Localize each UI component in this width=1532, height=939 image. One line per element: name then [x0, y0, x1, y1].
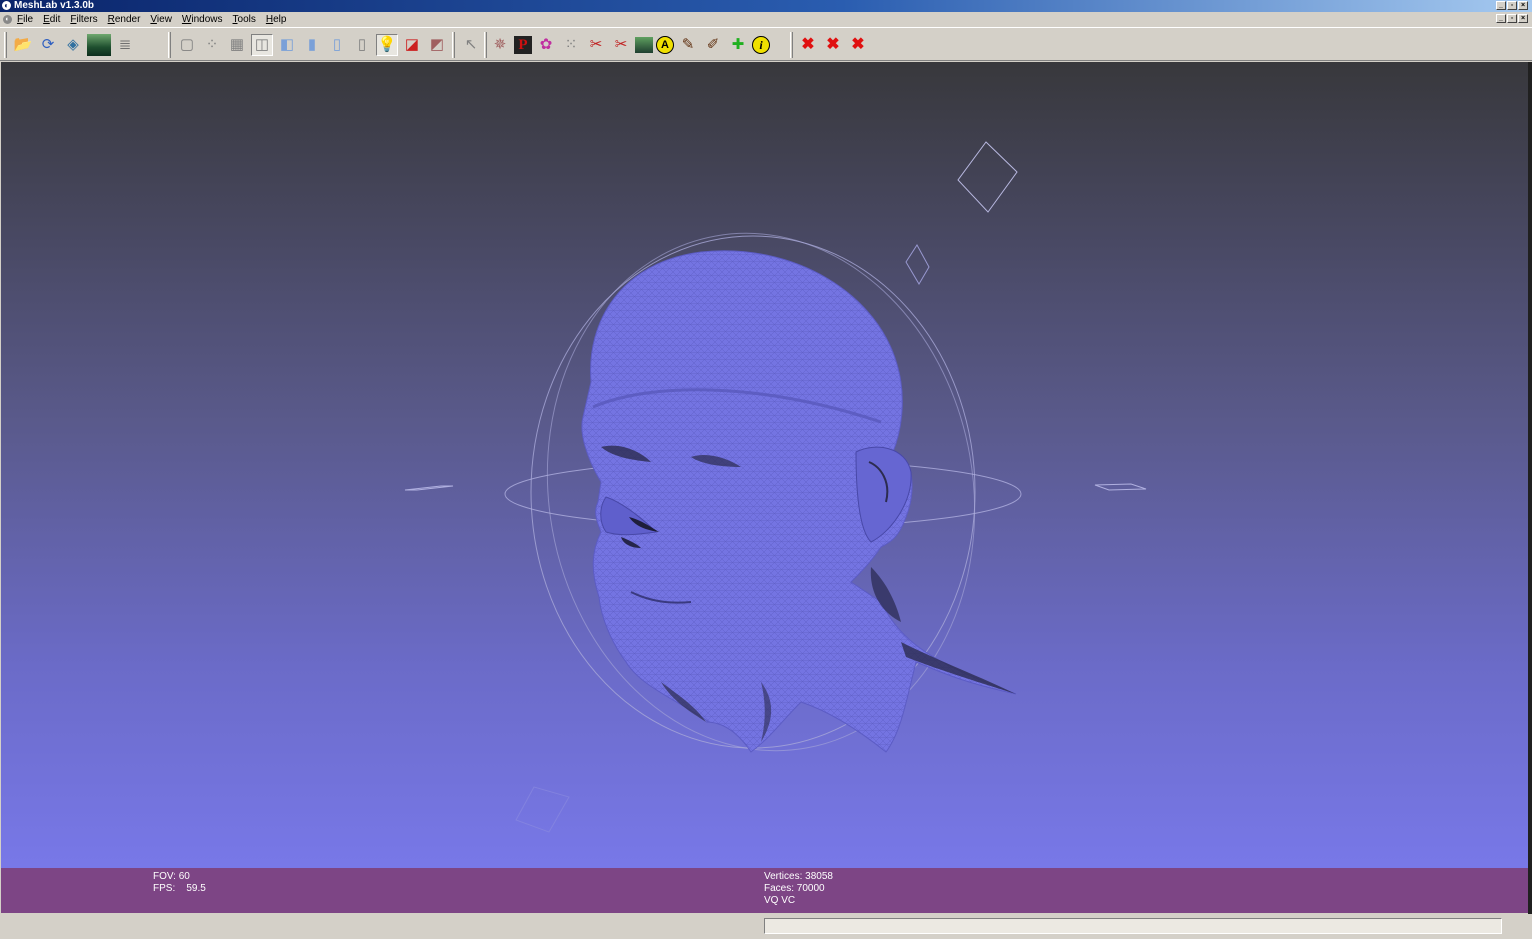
toolbar-grip[interactable]: [790, 32, 793, 58]
faces-text: Faces: 70000: [764, 883, 825, 894]
title-bar: ◐ MeshLab v1.3.0b _ ▫ ×: [0, 0, 1532, 12]
manipulator-icon[interactable]: ✵: [489, 34, 511, 56]
align-icon[interactable]: ✎: [677, 34, 699, 56]
save-icon[interactable]: ◈: [62, 34, 84, 56]
flat-lines-icon[interactable]: ◧: [276, 34, 298, 56]
file-toolbar: 📂 ⟳ ◈ ≣: [12, 32, 139, 58]
select-faces-icon[interactable]: ✂: [585, 34, 607, 56]
document-close-button[interactable]: ×: [1518, 14, 1528, 23]
toolbar: 📂 ⟳ ◈ ≣ ▢ ⁘ ▦ ◫ ◧ ▮ ▯ ▯ 💡 ◪ ◩ ↖ ✵ P ✿ ⁙ …: [0, 27, 1532, 61]
menu-windows[interactable]: Windows: [182, 12, 223, 27]
info-icon[interactable]: i: [752, 36, 770, 54]
menu-help[interactable]: Help: [266, 12, 287, 27]
status-message-field: [764, 918, 1502, 934]
meshlab-icon: ◐: [2, 1, 11, 10]
select-vertices-icon[interactable]: ⁙: [560, 34, 582, 56]
select-connected-icon[interactable]: ✂: [610, 34, 632, 56]
snapshot-icon[interactable]: [87, 34, 111, 56]
menu-view[interactable]: View: [150, 12, 172, 27]
window-restore-button[interactable]: ▫: [1507, 1, 1517, 10]
menu-render[interactable]: Render: [108, 12, 141, 27]
light-gizmo-left: [404, 485, 454, 491]
mesh-info: Vertices: 38058 Faces: 70000 VQ VC: [764, 871, 833, 907]
delete-toolbar: ✖ ✖ ✖: [797, 32, 872, 58]
pick-toolbar: ↖: [460, 32, 485, 58]
document-icon[interactable]: ◐: [3, 15, 12, 24]
scene-svg: [404, 141, 1147, 833]
fov-text: FOV: 60: [153, 871, 190, 882]
delete-faces-icon[interactable]: ✖: [797, 34, 819, 56]
flat-icon[interactable]: ▮: [301, 34, 323, 56]
smooth-icon[interactable]: ▯: [326, 34, 348, 56]
backface-culling-icon[interactable]: ◩: [426, 34, 448, 56]
light-gizmo-right: [1094, 483, 1147, 491]
delete-all-icon[interactable]: ✖: [847, 34, 869, 56]
menu-file[interactable]: File: [17, 12, 33, 27]
head-mesh: [581, 250, 1017, 753]
status-bar: [0, 914, 1532, 939]
window-title: MeshLab v1.3.0b: [14, 0, 95, 11]
toolbar-grip[interactable]: [168, 32, 171, 58]
toolbar-grip[interactable]: [4, 32, 7, 58]
fps-text: FPS: 59.5: [153, 883, 206, 894]
layers-icon[interactable]: ≣: [114, 34, 136, 56]
bounding-box-icon[interactable]: ▢: [176, 34, 198, 56]
menu-filters[interactable]: Filters: [70, 12, 97, 27]
camera-info: FOV: 60 FPS: 59.5: [153, 871, 206, 895]
paint-p-icon[interactable]: P: [514, 36, 532, 54]
window-minimize-button[interactable]: _: [1496, 1, 1506, 10]
vertices-text: Vertices: 38058: [764, 871, 833, 882]
open-folder-icon[interactable]: 📂: [12, 34, 34, 56]
menu-edit[interactable]: Edit: [43, 12, 60, 27]
background-picture-icon[interactable]: [635, 37, 653, 53]
mesh-flags-text: VQ VC: [764, 895, 796, 906]
texture-icon[interactable]: ▯: [351, 34, 373, 56]
points-icon[interactable]: ⁘: [201, 34, 223, 56]
toolbar-grip[interactable]: [452, 32, 455, 58]
menu-bar: ◐ File Edit Filters Render View Windows …: [0, 12, 1532, 27]
paint-brush-icon[interactable]: ✐: [702, 34, 724, 56]
pick-pointer-icon[interactable]: ↖: [460, 34, 482, 56]
render-toolbar: ▢ ⁘ ▦ ◫ ◧ ▮ ▯ ▯ 💡 ◪ ◩: [176, 32, 451, 58]
quality-mapper-icon[interactable]: ✚: [727, 34, 749, 56]
light-gizmo-bottom: [515, 786, 570, 833]
wireframe-icon[interactable]: ▦: [226, 34, 248, 56]
window-close-button[interactable]: ×: [1518, 1, 1528, 10]
toolbar-grip[interactable]: [484, 32, 487, 58]
light-gizmo-small: [905, 244, 930, 285]
light-gizmo-large: [957, 141, 1018, 213]
document-minimize-button[interactable]: _: [1496, 14, 1506, 23]
double-side-lighting-icon[interactable]: ◪: [401, 34, 423, 56]
window-edge: [1528, 62, 1532, 914]
light-icon[interactable]: 💡: [376, 34, 398, 56]
delete-faces-vertices-icon[interactable]: ✖: [822, 34, 844, 56]
edit-toolbar: ✵ P ✿ ⁙ ✂ ✂ A ✎ ✐ ✚ i: [489, 32, 773, 58]
3d-viewport[interactable]: [1, 62, 1528, 868]
color-select-icon[interactable]: ✿: [535, 34, 557, 56]
menu-tools[interactable]: Tools: [233, 12, 256, 27]
annotation-icon[interactable]: A: [656, 36, 674, 54]
info-bar: FOV: 60 FPS: 59.5 Vertices: 38058 Faces:…: [1, 868, 1528, 913]
hidden-lines-icon[interactable]: ◫: [251, 34, 273, 56]
document-restore-button[interactable]: ▫: [1507, 14, 1517, 23]
reload-icon[interactable]: ⟳: [37, 34, 59, 56]
